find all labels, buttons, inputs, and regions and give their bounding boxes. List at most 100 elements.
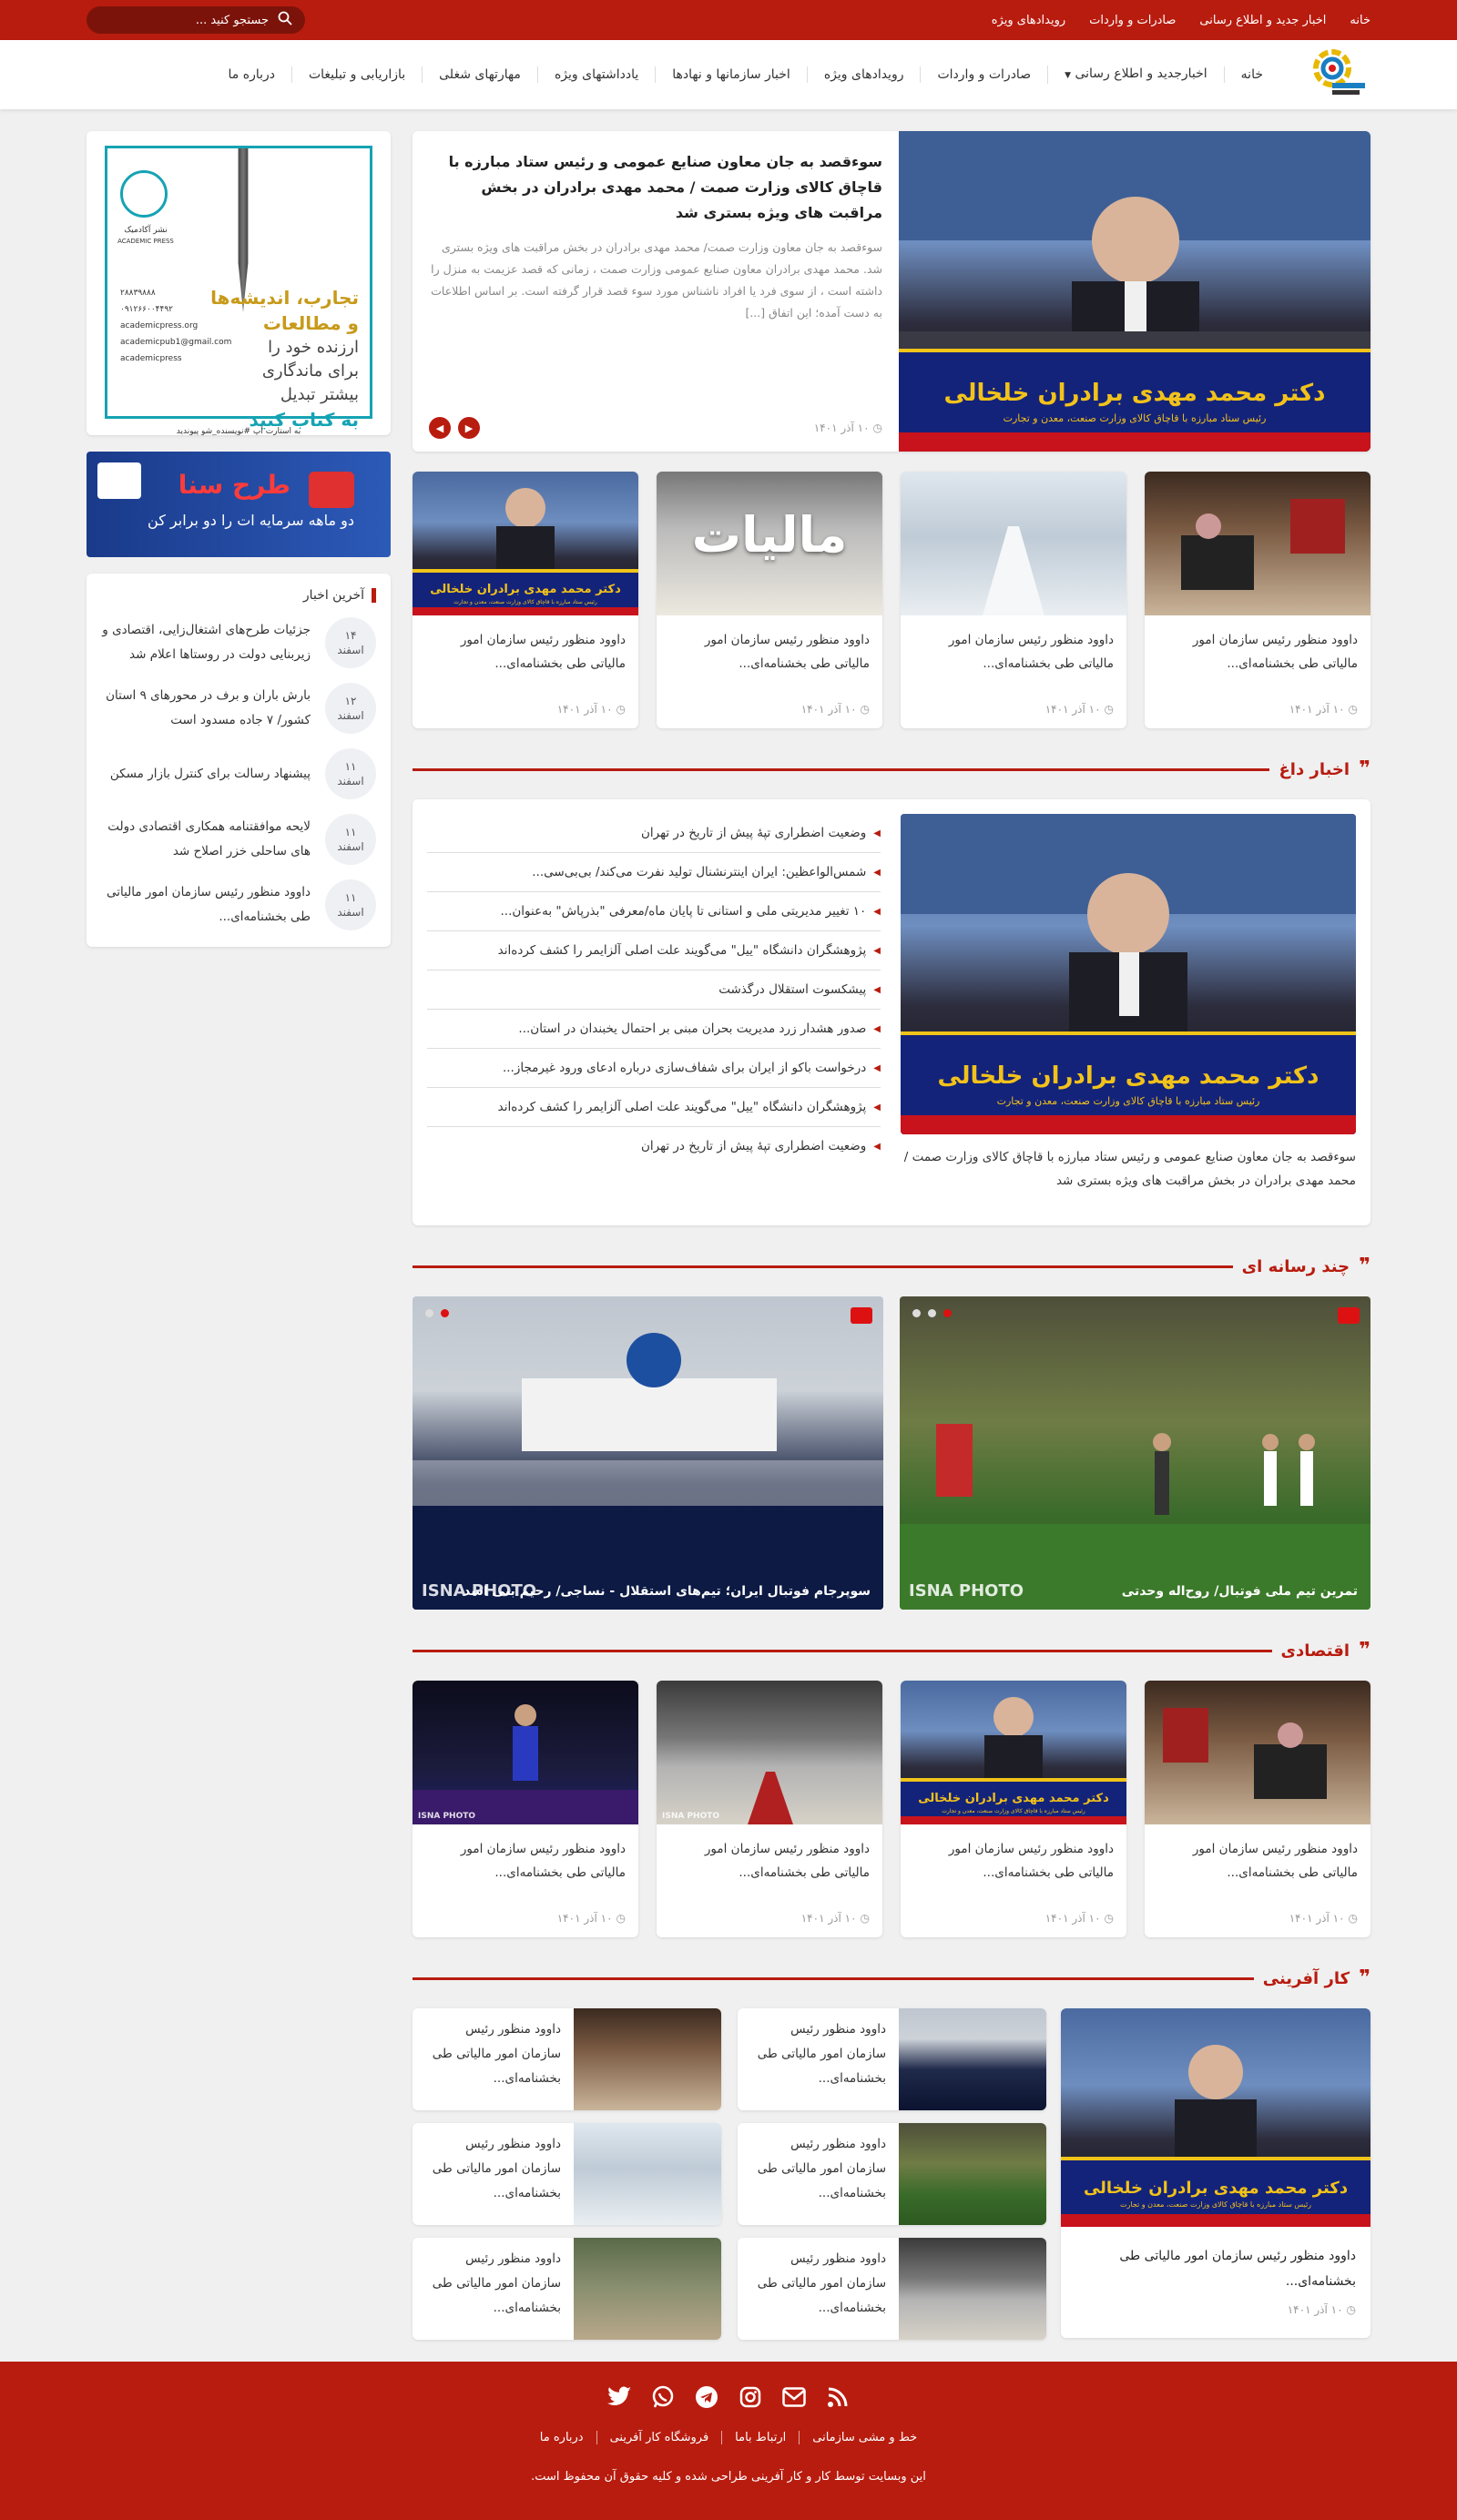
clock-icon: ◷ [1348,703,1358,716]
slider-dots[interactable] [912,1309,952,1317]
main-nav: خانه اخبارجدید و اطلاع رسانی ▼ صادرات و … [0,40,1457,109]
search-input[interactable] [99,13,269,27]
clock-icon: ◷ [616,1912,626,1925]
hero-summary: سوءقصد به جان معاون وزارت صمت/ محمد مهدی… [431,240,882,320]
news-card[interactable]: مالیات داوود منظور رئیس سازمان امور مالی… [657,472,882,728]
twitter-icon[interactable] [606,2383,633,2411]
news-card-date: ۱۰ آذر ۱۴۰۱ [1044,1912,1101,1925]
whatsapp-icon[interactable] [649,2383,677,2411]
list-item-text: پیشکسوت استقلال درگذشت [718,982,867,997]
telegram-icon[interactable] [693,2383,720,2411]
top-link-events[interactable]: رویدادهای ویژه [992,14,1065,27]
banner-name: دکتر محمد مهدی برادران خلخالی [430,583,621,597]
list-item[interactable]: ◀ شمس‌الواعظین: ایران اینترنشنال تولید نف… [427,853,881,892]
latest-item-title: داوود منظور رئیس سازمان امور مالیاتی طی … [106,885,311,924]
list-item-title: داوود منظور رئیس سازمان امور مالیاتی طی … [432,2022,561,2086]
list-item[interactable]: ◀ ۱۰ تغییر مدیریتی ملی و استانی تا پایان … [427,892,881,931]
list-item[interactable]: ◀ صدور هشدار زرد مدیریت بحران مبنی بر احت… [427,1010,881,1049]
nav-item-events[interactable]: رویدادهای ویژه [806,66,921,83]
hero-title[interactable]: سوءقصد به جان معاون صنایع عمومی و رئیس س… [449,153,882,221]
latest-item-title: بارش باران و برف در محورهای ۹ استان کشور… [106,688,311,727]
list-item-title: داوود منظور رئیس سازمان امور مالیاتی طی … [432,2251,561,2315]
news-card[interactable]: ISNA PHOTO داوود منظور رئیس سازمان امور … [657,1681,882,1937]
top-links: خانه اخبار جدید و اطلاع رسانی صادرات و و… [992,14,1370,27]
news-card[interactable]: دکتر محمد مهدی برادران خلخالی رئیس ستاد م… [413,472,638,728]
slider-prev-button[interactable]: ▶ [458,417,480,439]
footer-link-contact[interactable]: ارتباط باما [721,2431,799,2444]
nav-item-home[interactable]: خانه [1223,66,1279,83]
list-item[interactable]: داوود منظور رئیس سازمان امور مالیاتی طی … [413,2008,721,2110]
clock-icon: ◷ [860,1912,870,1925]
nav-item-news[interactable]: اخبارجدید و اطلاع رسانی ▼ [1047,66,1224,84]
hero-slider: دکتر محمد مهدی برادران خلخالی رئیس ستاد … [413,131,1370,452]
slider-next-button[interactable]: ◀ [429,417,451,439]
ad-academic-press[interactable]: نشر آکادمیک ACADEMIC PRESS ۲۸۸۳۹۸۸۸ ۰۹۱۲… [87,131,391,435]
list-item[interactable]: داوود منظور رئیس سازمان امور مالیاتی طی … [738,2123,1046,2225]
list-item-text: وضعیت اضطراری تپۀ پیش از تاریخ در تهران [640,826,867,840]
nav-item-notes[interactable]: یادداشتهای ویژه [536,66,655,83]
list-item[interactable]: ◀ درخواست باکو از ایران برای شفاف‌سازی در… [427,1049,881,1088]
news-card[interactable]: داوود منظور رئیس سازمان امور مالیاتی طی … [1145,472,1370,728]
ad-sena[interactable]: طرح سنا دو ماهه سرمایه ات را دو برابر کن [87,452,391,557]
list-item[interactable]: داوود منظور رئیس سازمان امور مالیاتی طی … [413,2123,721,2225]
footer-link-shop[interactable]: فروشگاه کار آفرینی [596,2431,722,2444]
nav-menu: خانه اخبارجدید و اطلاع رسانی ▼ صادرات و … [212,66,1279,84]
quote-icon: ❞ [1359,1255,1370,1277]
list-item[interactable]: ◀ پژوهشگران دانشگاه "ییل" می‌گویند علت اص… [427,931,881,970]
date-day: ۱۱ [344,826,357,838]
hero-date-text: ۱۰ آذر ۱۴۰۱ [813,422,870,434]
section-title: اخبار داغ [1279,759,1350,779]
news-card[interactable]: داوود منظور رئیس سازمان امور مالیاتی طی … [1145,1681,1370,1937]
footer-link-policy[interactable]: خط و مشی سازمانی [799,2431,930,2444]
list-item[interactable]: داوود منظور رئیس سازمان امور مالیاتی طی … [738,2238,1046,2340]
top-link-export[interactable]: صادرات و واردات [1089,14,1176,27]
date-badge: ۱۱ اسفند [325,879,376,930]
ad-sena-sub: دو ماهه سرمایه ات را دو برابر کن [148,512,354,529]
slider-dots[interactable] [425,1309,449,1317]
instagram-icon[interactable] [737,2383,764,2411]
footer-link-about[interactable]: درباره ما [527,2431,596,2444]
hero-date: ◷ ۱۰ آذر ۱۴۰۱ [814,422,882,434]
list-item[interactable]: ◀ پیشکسوت استقلال درگذشت [427,970,881,1010]
clock-icon: ◷ [860,703,870,716]
news-card[interactable]: داوود منظور رئیس سازمان امور مالیاتی طی … [901,472,1126,728]
media-item[interactable]: ISNA PHOTO تمرین تیم ملی فوتبال/ روح‌اله… [900,1296,1370,1610]
news-card[interactable]: دکتر محمد مهدی برادران خلخالی رئیس ستاد م… [901,1681,1126,1937]
list-item[interactable]: ◀ وضعیت اضطراری تپۀ پیش از تاریخ در تهران [427,1127,881,1165]
list-item[interactable]: ◀ پژوهشگران دانشگاه "ییل" می‌گویند علت اص… [427,1088,881,1127]
entrepreneur-feature[interactable]: دکتر محمد مهدی برادران خلخالی رئیس ستاد م… [1061,2008,1370,2338]
latest-item[interactable]: ۱۱ اسفند پیشنهاد رسالت برای کنترل بازار … [101,741,376,807]
list-item[interactable]: داوود منظور رئیس سازمان امور مالیاتی طی … [738,2008,1046,2110]
latest-item-title: جزئیات طرح‌های اشتغال‌زایی، اقتصادی و زی… [102,623,311,662]
nav-item-export[interactable]: صادرات و واردات [920,66,1047,83]
media-item[interactable]: ISNA PHOTO سوپرجام فوتبال ایران؛ تیم‌های… [413,1296,883,1610]
top-link-home[interactable]: خانه [1350,14,1370,27]
news-card-title: داوود منظور رئیس سازمان امور مالیاتی طی … [704,633,870,671]
nav-item-about[interactable]: درباره ما [212,66,291,83]
hero-image[interactable]: دکتر محمد مهدی برادران خلخالی رئیس ستاد … [899,131,1370,452]
news-card-date: ۱۰ آذر ۱۴۰۱ [800,1912,857,1925]
hot-feature-caption: سوءقصد به جان معاون صنایع عمومی و رئیس س… [903,1150,1356,1188]
search-box[interactable] [87,6,305,34]
news-card-date: ۱۰ آذر ۱۴۰۱ [1044,703,1101,716]
list-item[interactable]: ◀ وضعیت اضطراری تپۀ پیش از تاریخ در تهران [427,814,881,853]
banner-sub: رئیس ستاد مبارزه با قاچاق کالای وزارت صن… [453,599,597,606]
latest-item[interactable]: ۱۲ اسفند بارش باران و برف در محورهای ۹ ا… [101,676,376,741]
nav-item-marketing[interactable]: بازاریابی و تبلیغات [290,66,422,83]
list-item-title: داوود منظور رئیس سازمان امور مالیاتی طی … [757,2022,886,2086]
top-link-news[interactable]: اخبار جدید و اطلاع رسانی [1199,14,1326,27]
latest-item[interactable]: ۱۱ اسفند داوود منظور رئیس سازمان امور ما… [101,872,376,938]
chevron-down-icon: ▼ [1065,71,1071,80]
site-logo[interactable] [1307,47,1370,102]
search-icon[interactable] [278,11,292,29]
news-card-date: ۱۰ آذر ۱۴۰۱ [556,1912,613,1925]
hot-feature[interactable]: دکتر محمد مهدی برادران خلخالی رئیس ستاد م… [901,814,1356,1211]
nav-item-skills[interactable]: مهارتهای شغلی [422,66,537,83]
latest-item[interactable]: ۱۴ اسفند جزئیات طرح‌های اشتغال‌زایی، اقت… [101,610,376,676]
news-card[interactable]: ISNA PHOTO داوود منظور رئیس سازمان امور … [413,1681,638,1937]
latest-item[interactable]: ۱۱ اسفند لایحه موافقتنامه همکاری اقتصادی… [101,807,376,872]
list-item[interactable]: داوود منظور رئیس سازمان امور مالیاتی طی … [413,2238,721,2340]
nav-item-organizations[interactable]: اخبار سازمانها و نهادها [655,66,807,83]
email-icon[interactable] [780,2383,808,2411]
rss-icon[interactable] [824,2383,851,2411]
